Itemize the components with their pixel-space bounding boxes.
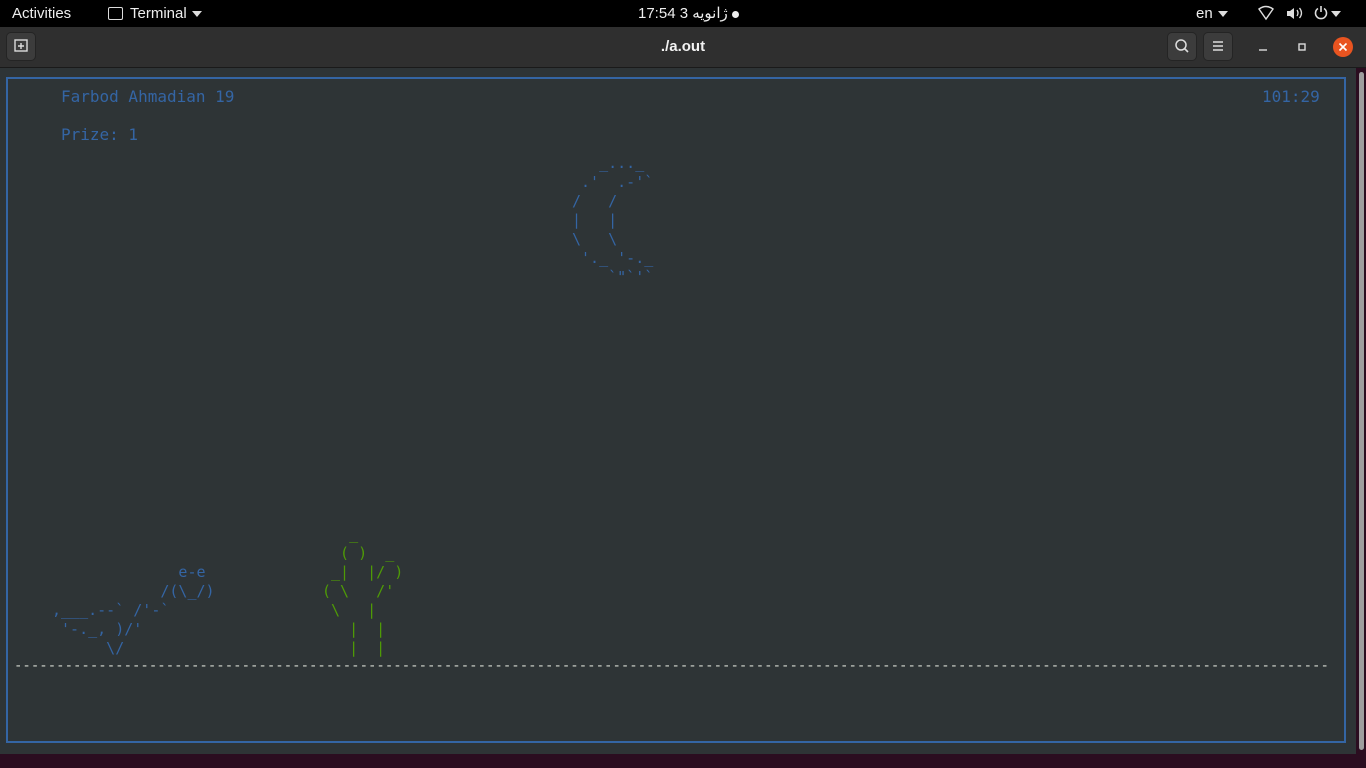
top-bar: Activities Terminal 17:54 3 ژانویه en (0, 0, 1366, 27)
activities-button[interactable]: Activities (12, 0, 71, 27)
dino-ascii-art: e-e /(\_/) ,___.--` /'-` '-._, )/' \/ (52, 563, 215, 657)
window-title: ./a.out (660, 38, 706, 55)
chevron-down-icon (1331, 11, 1341, 17)
close-icon[interactable] (1332, 36, 1354, 58)
maximize-icon[interactable] (1291, 36, 1313, 58)
moon-ascii-art: _..._ .' .-'` / / | | \ \ '._ '-._ `"`'` (572, 154, 654, 286)
minimize-icon[interactable] (1252, 36, 1274, 58)
system-menu[interactable] (1256, 0, 1342, 27)
menu-icon (1213, 41, 1223, 51)
notification-dot-icon (731, 10, 739, 18)
app-menu-label: Terminal (130, 5, 187, 22)
player-name: Farbod Ahmadian 19 (61, 87, 235, 106)
scrollbar-thumb[interactable] (1359, 72, 1364, 750)
terminal-app-icon (108, 6, 123, 20)
keyboard-layout-label: en (1196, 5, 1213, 22)
prize-counter: Prize: 1 (61, 125, 139, 144)
chevron-down-icon (191, 11, 202, 18)
search-icon (1175, 39, 1189, 53)
terminal-scrollbar[interactable] (1356, 68, 1366, 754)
clock-label: 17:54 3 ژانویه (638, 5, 728, 22)
chevron-down-icon (1217, 11, 1228, 18)
system-status-icons (1258, 5, 1341, 21)
game-timer: 101:29 (1262, 87, 1320, 106)
app-menu[interactable]: Terminal (108, 0, 202, 27)
ground-line: ----------------------------------------… (14, 658, 1330, 674)
window-header-bar: ./a.out (0, 27, 1366, 68)
hamburger-menu-button[interactable] (1203, 32, 1233, 61)
search-button[interactable] (1167, 32, 1197, 61)
clock[interactable]: 17:54 3 ژانویه (638, 0, 739, 27)
volume-icon (1287, 7, 1303, 19)
terminal-view[interactable]: Farbod Ahmadian 19 101:29 Prize: 1 _..._… (0, 68, 1356, 754)
power-icon (1314, 6, 1328, 20)
keyboard-layout-menu[interactable]: en (1196, 0, 1228, 27)
wifi-icon (1258, 5, 1274, 21)
cactus-ascii-art: _ ( ) _ _| |/ ) ( \ /' \ | | | | | (322, 525, 404, 657)
